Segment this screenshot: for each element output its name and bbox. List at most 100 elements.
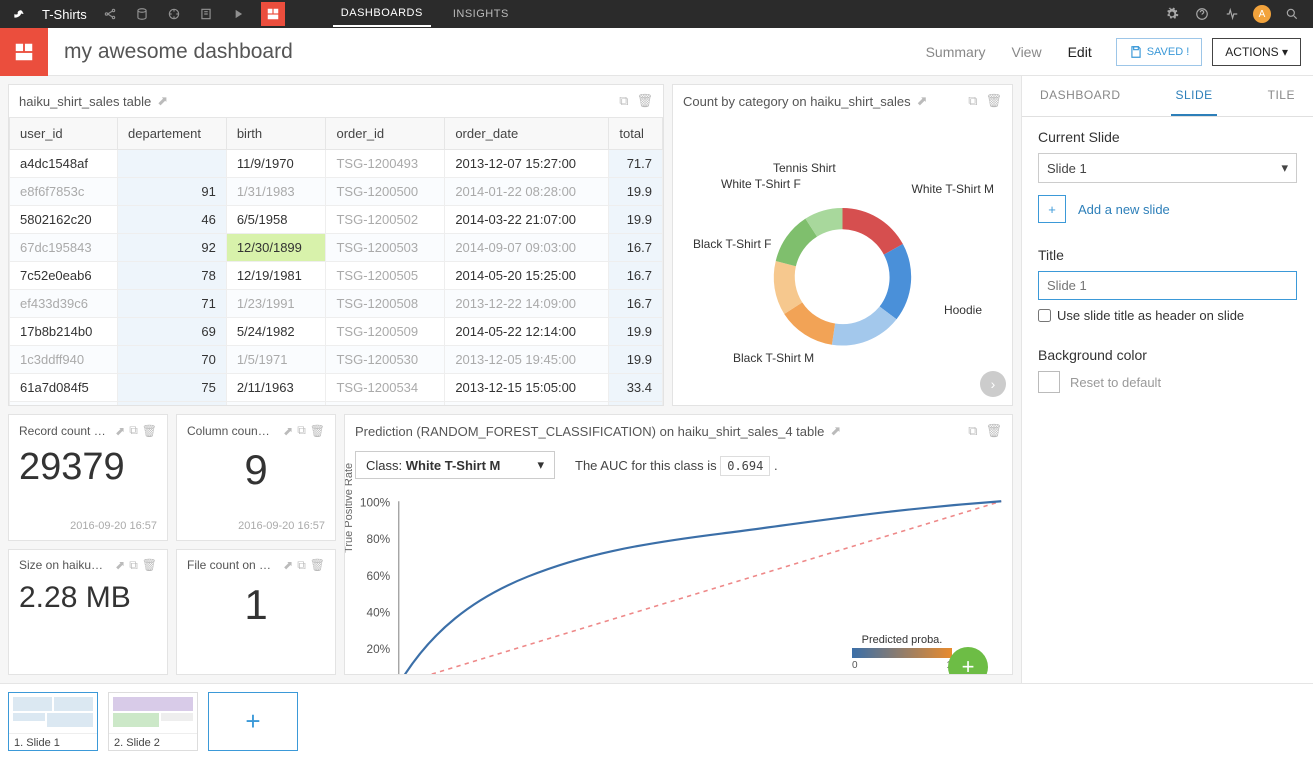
svg-text:40%: 40%: [366, 605, 390, 619]
metric-value: 9: [187, 446, 325, 494]
table-header[interactable]: birth: [226, 118, 326, 150]
search-icon[interactable]: [1283, 5, 1301, 23]
activity-icon[interactable]: [1223, 5, 1241, 23]
external-link-icon[interactable]: ⬈: [283, 558, 293, 572]
external-link-icon[interactable]: ⬈: [115, 558, 125, 572]
roc-y-axis-label: True Positive Rate: [344, 463, 355, 553]
scroll-right-button[interactable]: ›: [980, 371, 1006, 397]
slide-title-input[interactable]: [1038, 271, 1297, 300]
flow-icon[interactable]: [101, 5, 119, 23]
header-tab-view[interactable]: View: [1011, 30, 1041, 74]
header-tab-edit[interactable]: Edit: [1068, 30, 1092, 74]
trash-icon[interactable]: 🗑: [310, 424, 325, 438]
table-header[interactable]: order_date: [445, 118, 609, 150]
actions-button[interactable]: ACTIONS ▾: [1212, 38, 1301, 66]
tile-record-count[interactable]: Record count … ⬈ ⧉ 🗑 29379 2016-09-20 16…: [8, 414, 168, 541]
dashboard-canvas: haiku_shirt_sales table ⬈ ⧉ 🗑 user_iddep…: [0, 76, 1021, 683]
sidetab-dashboard[interactable]: DASHBOARD: [1036, 76, 1125, 116]
external-link-icon[interactable]: ⬈: [115, 424, 125, 438]
header-tab-summary[interactable]: Summary: [926, 30, 986, 74]
tile-file-count[interactable]: File count on … ⬈ ⧉ 🗑 1: [176, 549, 336, 676]
table-row[interactable]: 1c3ddff940701/5/1971TSG-12005302013-12-0…: [10, 346, 663, 374]
table-row[interactable]: 61a7d084f5752/11/1963TSG-12005352013-12-…: [10, 402, 663, 406]
copy-icon[interactable]: ⧉: [297, 423, 306, 438]
slide-thumb-caption: 1. Slide 1: [9, 733, 97, 750]
help-icon[interactable]: [1193, 5, 1211, 23]
external-link-icon[interactable]: ⬈: [830, 423, 841, 439]
tile-table[interactable]: haiku_shirt_sales table ⬈ ⧉ 🗑 user_iddep…: [8, 84, 664, 406]
dashboard-logo-icon: [0, 28, 48, 76]
svg-text:80%: 80%: [366, 532, 390, 546]
trash-icon[interactable]: 🗑: [142, 424, 157, 438]
user-avatar[interactable]: A: [1253, 5, 1271, 23]
table-header[interactable]: order_id: [326, 118, 445, 150]
tile-title: Column coun…: [187, 424, 279, 438]
copy-icon[interactable]: ⧉: [619, 93, 628, 109]
svg-text:100%: 100%: [360, 496, 391, 510]
trash-icon[interactable]: 🗑: [985, 93, 1002, 109]
tile-roc[interactable]: Prediction (RANDOM_FOREST_CLASSIFICATION…: [344, 414, 1013, 675]
table-header[interactable]: total: [609, 118, 663, 150]
topnav-tab-insights[interactable]: INSIGHTS: [445, 2, 517, 26]
saved-button-label: SAVED !: [1147, 46, 1190, 58]
copy-icon[interactable]: ⧉: [968, 423, 977, 439]
add-slide-link[interactable]: Add a new slide: [1078, 202, 1170, 217]
external-link-icon[interactable]: ⬈: [157, 93, 168, 109]
copy-icon[interactable]: ⧉: [129, 423, 138, 438]
table-row[interactable]: a4dc1548af11/9/1970TSG-12004932013-12-07…: [10, 150, 663, 178]
table-row[interactable]: 7c52e0eab67812/19/1981TSG-12005052014-05…: [10, 262, 663, 290]
external-link-icon[interactable]: ⬈: [917, 93, 928, 109]
table-row[interactable]: 67dc1958439212/30/1899TSG-12005032014-09…: [10, 234, 663, 262]
tile-column-count[interactable]: Column coun… ⬈ ⧉ 🗑 9 2016-09-20 16:57: [176, 414, 336, 541]
sidetab-slide[interactable]: SLIDE: [1171, 76, 1216, 116]
table-header[interactable]: departement: [118, 118, 227, 150]
settings-icon[interactable]: [1163, 5, 1181, 23]
donut-label-whitef: White T-Shirt F: [721, 177, 801, 191]
table-header[interactable]: user_id: [10, 118, 118, 150]
trash-icon[interactable]: 🗑: [142, 558, 157, 572]
slide-thumb-2[interactable]: 2. Slide 2: [108, 692, 198, 751]
dashboard-title[interactable]: my awesome dashboard: [48, 40, 926, 64]
trash-icon[interactable]: 🗑: [636, 93, 653, 109]
roc-legend: Predicted proba. 01: [852, 634, 952, 671]
tile-donut-title: Count by category on haiku_shirt_sales: [683, 94, 911, 109]
logo-bird-icon[interactable]: [10, 5, 28, 23]
table-row[interactable]: ef433d39c6711/23/1991TSG-12005082013-12-…: [10, 290, 663, 318]
use-title-checkbox-row[interactable]: Use slide title as header on slide: [1038, 308, 1297, 323]
run-icon[interactable]: [229, 5, 247, 23]
slide-add-button[interactable]: +: [208, 692, 298, 751]
bgcolor-swatch[interactable]: [1038, 371, 1060, 393]
recipes-icon[interactable]: [165, 5, 183, 23]
slide-tray: 1. Slide 1 2. Slide 2 +: [0, 683, 1313, 759]
topnav-tab-dashboards[interactable]: DASHBOARDS: [333, 1, 431, 27]
table-row[interactable]: 5802162c20466/5/1958TSG-12005022014-03-2…: [10, 206, 663, 234]
slide-thumb-1[interactable]: 1. Slide 1: [8, 692, 98, 751]
donut-label-blackm: Black T-Shirt M: [733, 351, 814, 365]
add-slide-button[interactable]: +: [1038, 195, 1066, 223]
copy-icon[interactable]: ⧉: [297, 558, 306, 573]
datasets-icon[interactable]: [133, 5, 151, 23]
tile-size[interactable]: Size on haiku… ⬈ ⧉ 🗑 2.28 MB: [8, 549, 168, 676]
dashboard-nav-icon[interactable]: [261, 2, 285, 26]
copy-icon[interactable]: ⧉: [968, 93, 977, 109]
svg-text:60%: 60%: [366, 569, 390, 583]
class-select[interactable]: Class: White T-Shirt M ▾: [355, 451, 555, 479]
trash-icon[interactable]: 🗑: [985, 423, 1002, 439]
trash-icon[interactable]: 🗑: [310, 558, 325, 572]
table-row[interactable]: 61a7d084f5752/11/1963TSG-12005342013-12-…: [10, 374, 663, 402]
metric-timestamp: 2016-09-20 16:57: [187, 520, 325, 532]
copy-icon[interactable]: ⧉: [129, 558, 138, 573]
current-slide-select[interactable]: Slide 1 ▾: [1038, 153, 1297, 183]
project-name[interactable]: T-Shirts: [42, 7, 87, 22]
table-row[interactable]: e8f6f7853c911/31/1983TSG-12005002014-01-…: [10, 178, 663, 206]
notebook-icon[interactable]: [197, 5, 215, 23]
table-row[interactable]: 17b8b214b0695/24/1982TSG-12005092014-05-…: [10, 318, 663, 346]
tile-donut[interactable]: Count by category on haiku_shirt_sales ⬈…: [672, 84, 1013, 406]
reset-bgcolor-link[interactable]: Reset to default: [1070, 375, 1161, 390]
top-nav: T-Shirts DASHBOARDS INSIGHTS A: [0, 0, 1313, 28]
sidetab-tile[interactable]: TILE: [1264, 76, 1299, 116]
external-link-icon[interactable]: ⬈: [283, 424, 293, 438]
use-title-checkbox[interactable]: [1038, 309, 1051, 322]
slide-thumb-caption: 2. Slide 2: [109, 733, 197, 750]
saved-button[interactable]: SAVED !: [1116, 38, 1203, 66]
